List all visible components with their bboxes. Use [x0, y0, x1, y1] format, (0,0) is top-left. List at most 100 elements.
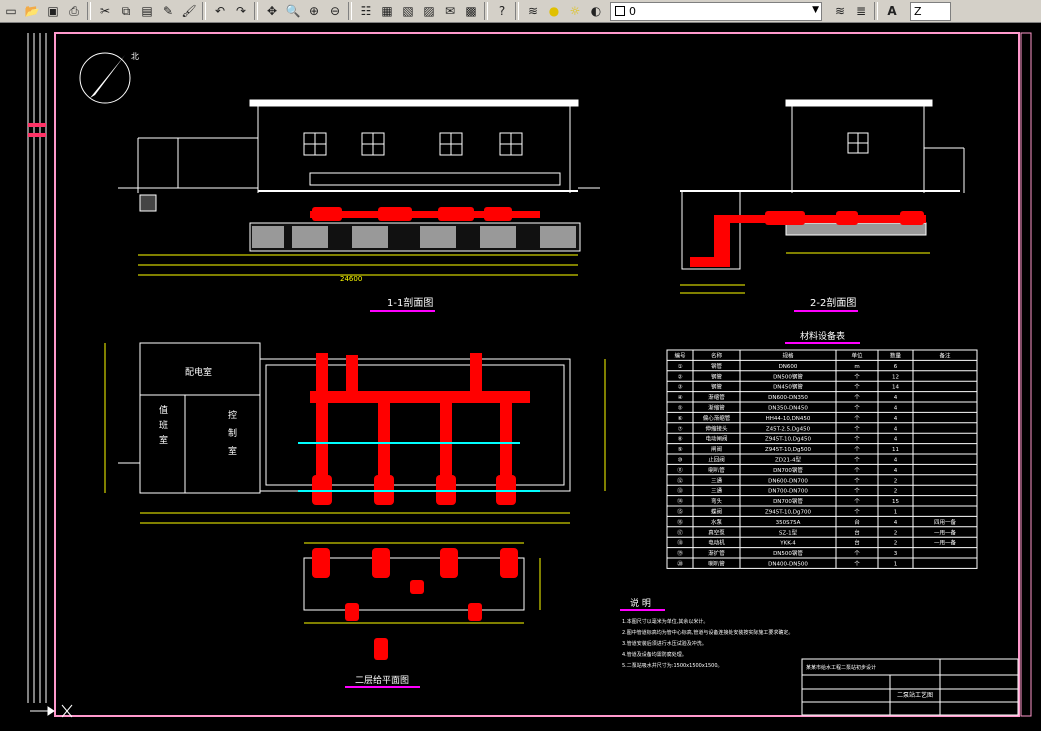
- table-cell: ⑳: [677, 560, 683, 568]
- layer-dropdown[interactable]: 0 ▼: [610, 1, 822, 21]
- room-label-1: 配电室: [185, 366, 212, 378]
- undo-icon[interactable]: ↶: [210, 1, 230, 21]
- table-cell: 闸阀: [711, 445, 722, 453]
- layer-previous-icon[interactable]: ≣: [851, 1, 871, 21]
- well-pipes: [312, 548, 518, 660]
- design-center-icon[interactable]: ▦: [377, 1, 397, 21]
- table-cell: 个: [854, 509, 860, 516]
- note-2: 2.图中管道标高均为管中心标高,管道与设备连接处安装按实际施工要求确定。: [622, 629, 793, 636]
- chevron-down-icon[interactable]: ▼: [812, 5, 819, 15]
- table-cell: 台: [854, 518, 860, 526]
- table-cell: DN500钢管: [773, 549, 803, 557]
- copy-icon[interactable]: ⧉: [116, 1, 136, 21]
- zoom-realtime-icon[interactable]: 🔍: [283, 1, 303, 21]
- toolbar-separator: [254, 2, 258, 20]
- table-cell: 喇叭管: [708, 560, 725, 568]
- table-cell: 1: [894, 510, 898, 516]
- table-cell: ⑥: [678, 416, 683, 422]
- table-cell: DN600: [779, 364, 798, 370]
- drawing-canvas[interactable]: 北 24600 1-1剖面图 2-2剖面图 配电室 值 班 室 控 制 室 二层…: [0, 23, 1041, 727]
- table-cell: 钢管: [711, 383, 723, 391]
- table-cell: 电动闸阀: [705, 435, 727, 443]
- table-cell: 喇叭管: [708, 466, 725, 474]
- table-cell: ⑫: [677, 476, 683, 484]
- toolbar-separator: [202, 2, 206, 20]
- table-cell: 个: [854, 457, 860, 464]
- table-cell: ZD21-4型: [775, 456, 801, 464]
- table-cell: 台: [854, 539, 860, 547]
- table-cell: 一用一备: [934, 528, 957, 536]
- layer-manager-icon[interactable]: ≋: [523, 1, 543, 21]
- section-1-1-title: 1-1剖面图: [387, 296, 433, 309]
- zoom-window-icon[interactable]: ⊕: [304, 1, 324, 21]
- sheetset-icon[interactable]: ▨: [419, 1, 439, 21]
- table-cell: 渐缩管: [708, 404, 725, 412]
- note-3: 3.管道安装后须进行水压试验及冲洗。: [622, 640, 707, 647]
- table-cell: 2: [894, 541, 898, 547]
- table-cell: 个: [854, 415, 860, 422]
- table-cell: 个: [854, 405, 860, 412]
- table-cell: Z945T-10,Dg500: [765, 447, 812, 453]
- table-cell: 4: [894, 468, 898, 474]
- table-cell: 15: [892, 499, 899, 505]
- lightbulb-icon: ●: [548, 4, 560, 18]
- table-cell: ⑭: [677, 497, 683, 505]
- plan-pipes: [310, 353, 530, 505]
- materials-title: 材料设备表: [800, 330, 845, 342]
- calculator-icon[interactable]: ▩: [461, 1, 481, 21]
- table-cell: DN700-DN700: [768, 489, 808, 495]
- table-cell: 个: [854, 498, 860, 505]
- save-icon[interactable]: ▣: [43, 1, 63, 21]
- table-cell: Z945T-10,Dg450: [765, 437, 812, 443]
- table-cell: ②: [678, 373, 683, 380]
- table-cell: 止回阀: [708, 456, 725, 464]
- matchprop-icon[interactable]: ✎: [158, 1, 178, 21]
- table-cell: ⑬: [677, 487, 683, 495]
- table-cell: 渐缩管: [708, 393, 725, 401]
- text-style-dropdown[interactable]: Z: [910, 1, 951, 21]
- plan-title: 二层给平面图: [355, 674, 409, 686]
- table-cell: 个: [854, 384, 860, 391]
- open-icon[interactable]: 📂: [22, 1, 42, 21]
- table-cell: 2: [894, 478, 898, 484]
- layer-name: 0: [629, 4, 636, 18]
- markup-icon[interactable]: ✉: [440, 1, 460, 21]
- help-icon[interactable]: ?: [492, 1, 512, 21]
- zoom-previous-icon[interactable]: ⊖: [325, 1, 345, 21]
- cut-icon[interactable]: ✂: [95, 1, 115, 21]
- table-cell: DN600-DN350: [768, 395, 808, 401]
- redo-icon[interactable]: ↷: [231, 1, 251, 21]
- make-current-layer-icon[interactable]: ≋: [830, 1, 850, 21]
- properties-icon[interactable]: ☷: [356, 1, 376, 21]
- new-icon[interactable]: ▭: [1, 1, 21, 21]
- paste-icon[interactable]: ▤: [137, 1, 157, 21]
- table-cell: SZ-1型: [779, 528, 798, 536]
- compass-label: 北: [131, 52, 139, 61]
- toolbar-separator: [87, 2, 91, 20]
- table-cell: 4: [894, 437, 898, 443]
- table-cell: 个: [854, 446, 860, 453]
- table-cell: 4: [894, 416, 898, 422]
- table-cell: 个: [854, 425, 860, 432]
- table-cell: 350S75A: [776, 520, 801, 526]
- note-5: 5.二泵站吸水井尺寸为:1500x1500x1500。: [622, 662, 723, 669]
- table-cell: ①: [678, 364, 683, 370]
- table-cell: 个: [854, 394, 860, 401]
- table-cell: ⑧: [678, 437, 683, 443]
- table-cell: Z945T-10,Dg700: [765, 510, 812, 516]
- toolbar-separator: [515, 2, 519, 20]
- pan-icon[interactable]: ✥: [262, 1, 282, 21]
- tool-palette-icon[interactable]: ▧: [398, 1, 418, 21]
- table-cell: DN450钢管: [773, 383, 803, 391]
- cad-drawing: 北 24600 1-1剖面图 2-2剖面图 配电室 值 班 室 控 制 室 二层…: [27, 32, 1032, 718]
- layer-color-swatch: [615, 6, 625, 16]
- table-cell: ⑩: [678, 457, 683, 464]
- table-header-cell: 名称: [711, 352, 723, 360]
- print-icon[interactable]: ⎙: [64, 1, 84, 21]
- room-label-4: 室: [159, 434, 168, 446]
- table-cell: 个: [854, 373, 860, 380]
- note-4: 4.管道及设备均需防腐处理。: [622, 651, 687, 658]
- text-style-icon[interactable]: A: [882, 1, 902, 21]
- brush-icon[interactable]: 🖌: [179, 1, 199, 21]
- table-cell: ⑤: [678, 406, 683, 412]
